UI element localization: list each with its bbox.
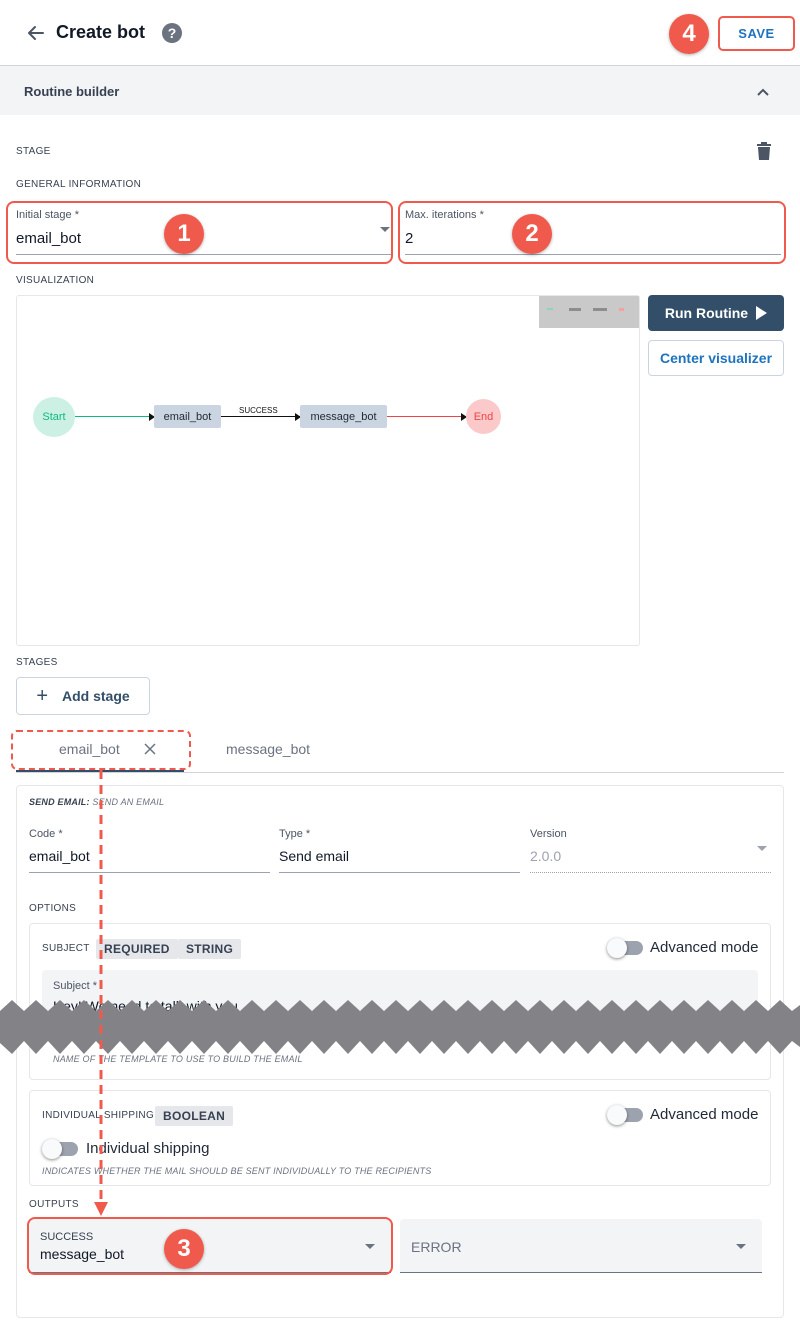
section-title: Routine builder [24,84,120,99]
add-stage-label: Add stage [62,688,130,704]
edge-email-message [221,416,301,417]
center-visualizer-label: Center visualizer [659,350,773,366]
outputs-overline: OUTPUTS [29,1199,79,1210]
step-marker-4: 4 [669,14,709,54]
visualization-overline: VISUALIZATION [16,275,95,286]
string-chip: STRING [178,939,242,959]
stage-overline: STAGE [16,146,51,157]
individual-advanced-label: Advanced mode [650,1106,759,1123]
page-title: Create bot [56,22,146,42]
stage-header-bold: SEND EMAIL: [29,797,90,807]
individual-advanced-toggle[interactable] [607,1105,643,1125]
toggle-knob [607,938,627,958]
torn-cut [0,1000,800,1054]
run-routine-label: Run Routine [664,305,749,321]
node-message-label: message_bot [310,410,377,423]
step-marker-1: 1 [164,214,204,254]
annotation-email-tab [11,730,191,770]
version-label: Version [530,828,567,840]
minimap[interactable] [539,296,639,328]
options-overline: OPTIONS [29,903,77,914]
minimap-node [569,308,581,311]
plus-icon: + [36,685,48,707]
node-end[interactable]: End [466,399,501,434]
annotation-max-iterations [398,201,786,264]
annotation-success [27,1217,393,1275]
node-email-bot[interactable]: email_bot [154,405,221,428]
step-marker-2: 2 [512,214,552,254]
node-end-label: End [473,410,494,423]
center-visualizer-button[interactable]: Center visualizer [648,340,784,376]
field-underline-dotted [530,872,771,873]
node-email-label: email_bot [163,410,212,423]
routine-builder-header[interactable]: Routine builder [0,66,800,115]
minimap-edge [547,308,553,310]
minimap-node [593,308,607,311]
code-value: email_bot [29,848,90,864]
version-select: Version 2.0.0 [530,826,771,873]
type-value: Send email [279,848,350,864]
edge-start-email [75,416,155,417]
boolean-chip: BOOLEAN [155,1106,234,1126]
tab-message-bot-label: message_bot [226,741,311,757]
field-underline [29,872,270,873]
chevron-down-icon [757,846,767,851]
save-button[interactable]: SAVE [718,16,795,51]
minimap-end [619,308,624,311]
delete-icon[interactable] [756,142,772,160]
type-field[interactable]: Type * Send email [279,826,520,873]
code-label: Code * [29,828,63,840]
edge-label-success: SUCCESS [239,406,278,415]
node-start[interactable]: Start [33,397,75,437]
stages-overline: STAGES [16,657,58,668]
version-value: 2.0.0 [530,848,562,864]
tabs-divider [16,772,784,773]
tab-message-bot[interactable]: message_bot [196,730,336,770]
error-output-select[interactable]: ERROR [400,1219,762,1273]
play-icon [756,306,768,320]
general-info-overline: GENERAL INFORMATION [16,179,142,190]
individual-shipping-toggle[interactable] [42,1139,78,1159]
field-underline [279,872,520,873]
run-routine-button[interactable]: Run Routine [648,295,784,331]
code-field[interactable]: Code * email_bot [29,826,270,873]
back-arrow-icon[interactable] [26,23,46,43]
subject-advanced-toggle[interactable] [607,938,643,958]
help-icon[interactable]: ? [162,23,182,43]
toggle-knob [42,1139,62,1159]
chevron-up-icon[interactable] [756,84,770,96]
toggle-knob [607,1105,627,1125]
annotation-connector [94,770,108,1216]
app-header: Create bot ? 4 SAVE [0,0,800,66]
save-button-label: SAVE [738,26,775,41]
subject-advanced-label: Advanced mode [650,939,759,956]
edge-message-end [387,416,467,417]
step-marker-3: 3 [164,1229,204,1269]
node-start-label: Start [42,411,66,423]
chevron-down-icon [736,1244,746,1249]
node-message-bot[interactable]: message_bot [300,405,387,428]
error-label: ERROR [411,1239,462,1255]
add-stage-button[interactable]: + Add stage [16,677,150,715]
visualizer-canvas[interactable]: SUCCESS Start email_bot message_bot End [16,295,640,646]
type-label: Type * [279,828,311,840]
subject-option-label: SUBJECT [42,943,90,954]
